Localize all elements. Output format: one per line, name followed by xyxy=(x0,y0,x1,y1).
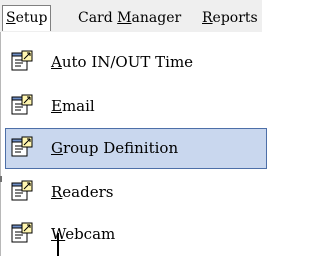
menu-item-readers[interactable]: Readers xyxy=(5,172,267,213)
menu-item-label: Group Definition xyxy=(51,139,179,157)
properties-icon xyxy=(11,136,33,158)
menu-item-auto-in-out-time[interactable]: Auto IN/OUT Time xyxy=(5,42,267,83)
menu-item-label: Auto IN/OUT Time xyxy=(51,53,194,71)
menu-setup[interactable]: Setup xyxy=(2,5,52,31)
text-cursor xyxy=(57,233,59,256)
menu-item-label: Readers xyxy=(51,183,114,201)
properties-icon xyxy=(11,180,33,202)
menu-item-webcam[interactable]: Webcam xyxy=(5,214,267,255)
window-edge-mark xyxy=(0,176,2,182)
properties-icon xyxy=(11,50,33,72)
setup-dropdown-menu: Auto IN/OUT Time Email Group Definition … xyxy=(0,32,267,256)
menu-item-group-definition[interactable]: Group Definition xyxy=(5,128,267,169)
properties-icon xyxy=(11,94,33,116)
menu-item-label: Email xyxy=(51,97,95,115)
properties-icon xyxy=(11,222,33,244)
menu-reports[interactable]: Reports xyxy=(202,6,258,30)
menu-item-label: Webcam xyxy=(51,225,116,243)
menu-item-email[interactable]: Email xyxy=(5,86,267,127)
menu-bar: Setup Card Manager Reports xyxy=(0,0,262,33)
menu-card-manager[interactable]: Card Manager xyxy=(78,6,181,30)
